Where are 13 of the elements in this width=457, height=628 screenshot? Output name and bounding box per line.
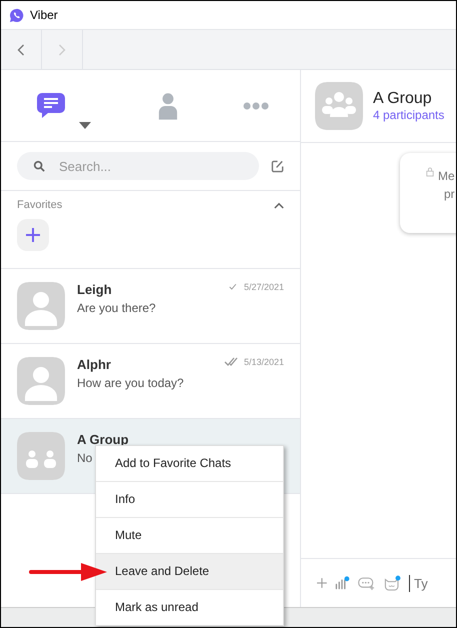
message-preview: How are you today? [77,376,184,390]
contact-name: Leigh [77,282,112,296]
message-date: 5/13/2021 [244,357,284,367]
notice-text: Me [438,168,455,185]
contact-name: Alphr [77,356,111,372]
favorites-label: Favorites [17,199,62,211]
message-preview: No [77,450,92,464]
window-title: Viber [30,8,58,22]
conversation-title: A Group [373,90,433,108]
message-preview: Are you there? [77,300,156,314]
notice-text: pr [443,186,455,203]
contact-name: A Group [77,432,129,446]
message-date: 5/27/2021 [244,282,284,292]
